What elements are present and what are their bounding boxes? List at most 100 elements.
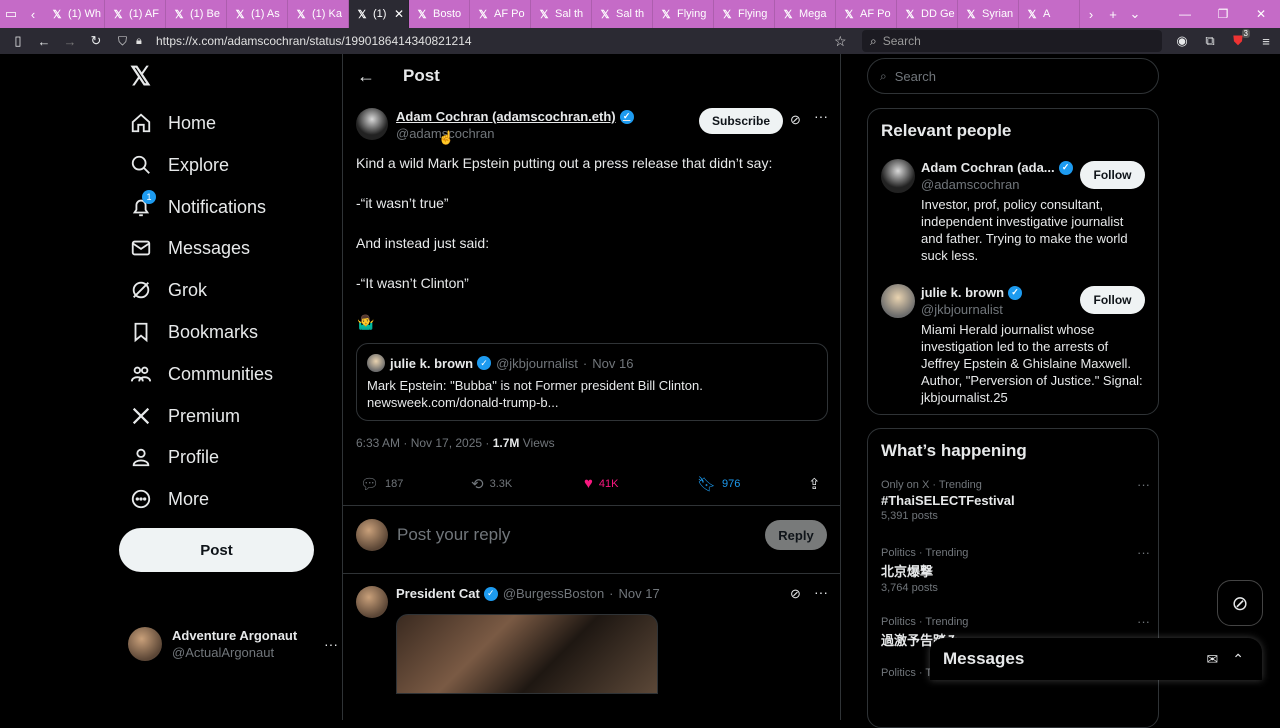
- reply-post[interactable]: President Cat ✓ @BurgessBoston · Nov 17 …: [356, 584, 828, 720]
- star-bookmark-icon[interactable]: ☆: [834, 33, 847, 50]
- more-dots-icon[interactable]: ···: [814, 108, 828, 124]
- search-input[interactable]: ⌕ Search: [867, 58, 1159, 94]
- messages-drawer[interactable]: Messages ✉ ⌃: [930, 638, 1262, 680]
- avatar[interactable]: [356, 108, 388, 140]
- browser-tab[interactable]: 𝕏 (1) Be: [166, 0, 227, 28]
- browser-tab[interactable]: 𝕏 (1) Wh: [44, 0, 105, 28]
- browser-tab[interactable]: 𝕏 DD Ge: [897, 0, 958, 28]
- timestamp-text[interactable]: 6:33 AM · Nov 17, 2025 ·: [356, 436, 493, 450]
- tab-scroll-right-icon[interactable]: ›: [1080, 0, 1102, 28]
- trend-item[interactable]: Politics · Trending 北京爆撃 3,764 posts ···: [881, 545, 1151, 594]
- minimize-icon[interactable]: —: [1166, 0, 1204, 28]
- reply-media-image[interactable]: [396, 614, 658, 694]
- repost-action[interactable]: ⟲ 3.3K: [471, 475, 512, 493]
- person-handle: @adamscochran: [921, 177, 1020, 192]
- shield-icon[interactable]: ⛉: [118, 34, 127, 49]
- restore-icon[interactable]: ❐: [1204, 0, 1242, 28]
- account-icon[interactable]: ◉: [1168, 33, 1196, 49]
- more-dots-icon[interactable]: ···: [324, 636, 338, 652]
- back-icon[interactable]: ←: [31, 28, 57, 54]
- reply-date[interactable]: Nov 17: [619, 586, 660, 601]
- browser-tab[interactable]: 𝕏 Bosto: [409, 0, 470, 28]
- more-dots-icon[interactable]: ···: [1137, 477, 1150, 492]
- more-dots-icon[interactable]: ···: [1137, 545, 1150, 560]
- x-logo-icon: 𝕏: [174, 8, 184, 21]
- nav-item-profile[interactable]: Profile: [128, 437, 219, 477]
- like-action[interactable]: ♥ 41K: [584, 475, 618, 492]
- grok-icon[interactable]: ⊘: [790, 586, 801, 602]
- avatar[interactable]: [881, 284, 915, 318]
- tab-scroll-left-icon[interactable]: ‹: [22, 0, 44, 28]
- nav-item-explore[interactable]: Explore: [128, 145, 229, 185]
- account-switcher[interactable]: Adventure Argonaut @ActualArgonaut ···: [128, 624, 338, 664]
- x-logo-icon: 𝕏: [417, 8, 427, 21]
- trend-context: Politics · Trending: [881, 547, 969, 559]
- nav-item-grok[interactable]: Grok: [128, 270, 207, 310]
- more-dots-icon[interactable]: ···: [814, 584, 828, 600]
- nav-item-bookmarks[interactable]: Bookmarks: [128, 312, 258, 352]
- browser-tab[interactable]: 𝕏 Flying: [653, 0, 714, 28]
- browser-tab[interactable]: 𝕏 Sal th: [531, 0, 592, 28]
- search-placeholder: Search: [894, 68, 936, 84]
- compose-message-icon[interactable]: ✉: [1207, 651, 1219, 668]
- nav-item-communities[interactable]: Communities: [128, 354, 273, 394]
- nav-item-home[interactable]: Home: [128, 103, 216, 143]
- verified-badge-icon: ✓: [1058, 160, 1073, 175]
- follow-button[interactable]: Follow: [1080, 161, 1145, 189]
- browser-tab[interactable]: 𝕏 AF Po: [470, 0, 531, 28]
- nav-item-more[interactable]: More: [128, 479, 209, 519]
- nav-item-messages[interactable]: Messages: [128, 228, 250, 268]
- lock-icon[interactable]: 🔒︎: [136, 35, 142, 48]
- ublock-icon[interactable]: ⛊ 3: [1224, 29, 1252, 49]
- new-tab-icon[interactable]: +: [1102, 0, 1124, 28]
- browser-tab[interactable]: 𝕏 (1) ✕: [349, 0, 409, 28]
- back-arrow-icon[interactable]: ←: [357, 66, 377, 87]
- browser-tab[interactable]: 𝕏 (1) AF: [105, 0, 166, 28]
- browser-tab[interactable]: 𝕏A: [1019, 0, 1080, 28]
- menu-icon[interactable]: ≡: [1252, 34, 1280, 49]
- nav-item-premium[interactable]: Premium: [128, 396, 240, 436]
- trend-name: 北京爆撃: [881, 564, 934, 579]
- reload-icon[interactable]: ↻: [83, 28, 109, 54]
- reply-author-handle[interactable]: @BurgessBoston: [503, 586, 604, 601]
- reply-author-name[interactable]: President Cat: [396, 586, 480, 601]
- nav-item-notifications[interactable]: 1 Notifications: [128, 187, 266, 227]
- tab-list-chevron-icon[interactable]: ⌄: [1124, 0, 1146, 28]
- bookmark-icon: 🔖︎: [697, 476, 717, 493]
- more-dots-icon[interactable]: ···: [1137, 614, 1150, 629]
- x-logo-icon[interactable]: 𝕏: [130, 63, 154, 89]
- author-display-name[interactable]: Adam Cochran (adamscochran.eth) ✓: [396, 108, 634, 125]
- browser-tab[interactable]: 𝕏 (1) Ka: [288, 0, 349, 28]
- grok-icon[interactable]: ⊘: [790, 112, 801, 128]
- browser-tab[interactable]: 𝕏 Syrian: [958, 0, 1019, 28]
- browser-tab[interactable]: 𝕏 Flying: [714, 0, 775, 28]
- trend-item[interactable]: Only on X · Trending #ThaiSELECTFestival…: [881, 477, 1151, 522]
- avatar[interactable]: [356, 586, 388, 618]
- avatar[interactable]: [881, 159, 915, 193]
- browser-tab-label: Sal th: [616, 8, 645, 20]
- author-handle[interactable]: @adamscochran: [396, 125, 634, 142]
- close-window-icon[interactable]: ✕: [1242, 0, 1280, 28]
- post-button[interactable]: Post: [119, 528, 314, 572]
- grok-floating-button[interactable]: ⊘: [1217, 580, 1263, 626]
- expand-chevron-icon[interactable]: ⌃: [1232, 651, 1244, 668]
- forward-icon[interactable]: →: [57, 28, 83, 54]
- sidebar-toggle-icon[interactable]: ▯: [5, 28, 31, 54]
- quoted-post[interactable]: julie k. brown ✓ @jkbjournalist · Nov 16…: [356, 343, 828, 421]
- reply-input[interactable]: Post your reply: [397, 525, 510, 545]
- reply-action[interactable]: 💬︎ 187: [360, 475, 403, 493]
- extensions-icon[interactable]: ⧉: [1196, 33, 1224, 49]
- share-action[interactable]: ⇪: [808, 475, 827, 493]
- tab-overview-icon[interactable]: ▭: [0, 0, 22, 28]
- browser-tab[interactable]: 𝕏 Mega: [775, 0, 836, 28]
- bookmark-action[interactable]: 🔖︎ 976: [697, 475, 740, 493]
- reply-button[interactable]: Reply: [765, 520, 827, 550]
- follow-button[interactable]: Follow: [1080, 286, 1145, 314]
- browser-tab[interactable]: 𝕏 Sal th: [592, 0, 653, 28]
- browser-tab[interactable]: 𝕏 (1) As: [227, 0, 288, 28]
- subscribe-button[interactable]: Subscribe: [699, 108, 783, 134]
- close-tab-icon[interactable]: ✕: [394, 7, 404, 21]
- browser-search-input[interactable]: ⌕ Search: [862, 30, 1162, 52]
- address-bar[interactable]: ⛉ 🔒︎ https://x.com/adamscochran/status/1…: [118, 31, 858, 51]
- browser-tab[interactable]: 𝕏 AF Po: [836, 0, 897, 28]
